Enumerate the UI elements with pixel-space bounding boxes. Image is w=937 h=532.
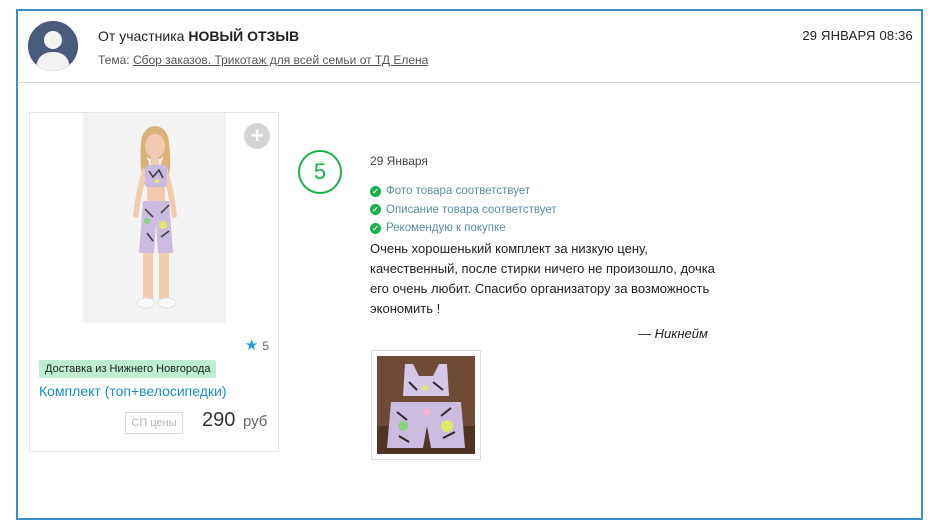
topic-label: Тема: [98, 53, 130, 67]
product-name-link[interactable]: Комплект (топ+велосипедки) [39, 383, 227, 399]
notification-type: НОВЫЙ ОТЗЫВ [188, 28, 300, 44]
sp-price-label: СП цены [125, 412, 183, 434]
user-silhouette-icon [28, 21, 78, 71]
topic-link[interactable]: Сбор заказов. Трикотаж для всей семьи от… [133, 53, 428, 67]
review-score: 5 [298, 150, 342, 194]
check-label: Рекомендую к покупке [386, 222, 506, 235]
price-currency: руб [242, 413, 268, 430]
check-item: ✓ Фото товара соответствует [370, 182, 557, 201]
review-photo-image [377, 356, 475, 454]
product-rating: ★ 5 [245, 336, 269, 354]
user-avatar[interactable] [28, 21, 78, 71]
review-photo-thumbnail[interactable] [371, 350, 481, 460]
price-value: 290 [202, 409, 236, 431]
notification-header: От участника НОВЫЙ ОТЗЫВ Тема: Сбор зака… [18, 11, 921, 83]
product-price: 290 руб [202, 409, 267, 432]
check-label: Описание товара соответствует [386, 203, 557, 216]
check-item: ✓ Описание товара соответствует [370, 201, 557, 220]
review-checks: ✓ Фото товара соответствует ✓ Описание т… [370, 182, 557, 238]
topic-line: Тема: Сбор заказов. Трикотаж для всей се… [98, 53, 428, 67]
review-date: 29 Января [370, 154, 428, 168]
review-text: Очень хорошенький комплект за низкую цен… [370, 241, 715, 316]
product-photo-girl [83, 113, 226, 323]
check-label: Фото товара соответствует [386, 185, 531, 198]
notification-card: От участника НОВЫЙ ОТЗЫВ Тема: Сбор зака… [16, 9, 923, 520]
review-author: — Никнейм [638, 326, 708, 341]
check-icon: ✓ [370, 222, 381, 234]
review-photo [377, 356, 475, 454]
check-icon: ✓ [370, 185, 381, 197]
product-card: + ★ 5 Доставка из Нижнего Новгорода Компл… [29, 112, 279, 452]
rating-value: 5 [262, 339, 269, 353]
from-line: От участника НОВЫЙ ОТЗЫВ [98, 28, 299, 44]
notification-datetime: 29 ЯНВАРЯ 08:36 [802, 28, 913, 43]
check-item: ✓ Рекомендую к покупке [370, 219, 557, 238]
from-prefix: От участника [98, 28, 185, 44]
check-icon: ✓ [370, 204, 381, 216]
delivery-badge: Доставка из Нижнего Новгорода [39, 360, 217, 378]
add-to-favorites-icon[interactable]: + [244, 123, 270, 149]
product-image[interactable] [83, 113, 226, 323]
star-icon: ★ [244, 337, 259, 354]
